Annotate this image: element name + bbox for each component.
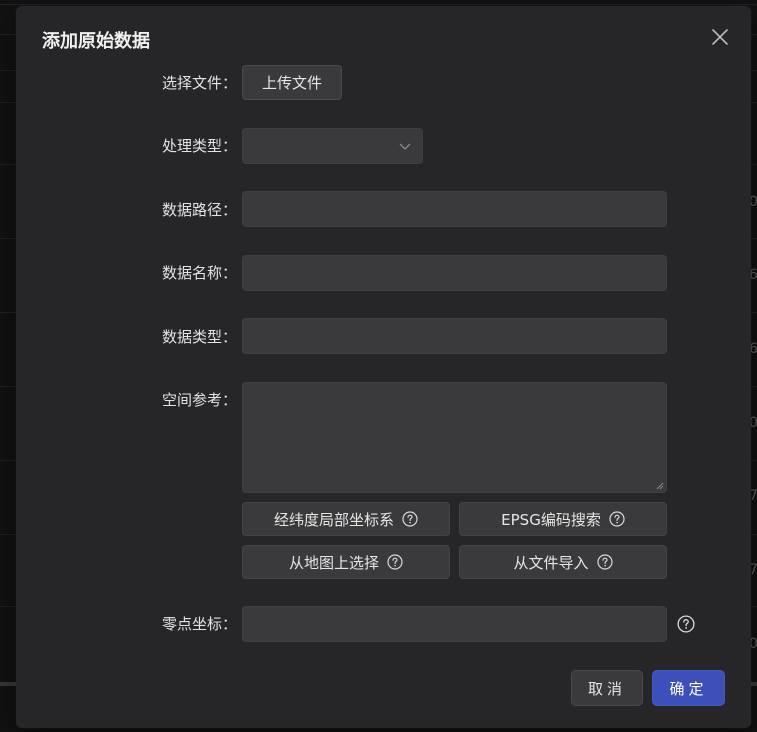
process-type-label: 处理类型： [162,137,238,155]
close-button[interactable] [709,26,731,48]
select-from-map-button[interactable]: 从地图上选择 [242,545,450,579]
origin-coords-input[interactable] [242,606,667,642]
dialog-title: 添加原始数据 [42,31,150,52]
help-icon [609,511,625,527]
help-icon [402,511,418,527]
file-label: 选择文件： [162,74,238,92]
process-type-select[interactable] [242,128,423,164]
data-type-label: 数据类型： [162,328,238,346]
import-from-file-button[interactable]: 从文件导入 [459,545,667,579]
origin-label: 零点坐标： [162,615,238,633]
help-icon [596,554,613,570]
epsg-search-label: EPSG编码搜索 [501,510,601,529]
spatial-ref-textarea[interactable] [242,382,667,493]
epsg-search-button[interactable]: EPSG编码搜索 [459,502,667,536]
cancel-button[interactable]: 取消 [571,670,643,706]
data-path-label: 数据路径： [162,201,238,219]
latlon-local-coords-button[interactable]: 经纬度局部坐标系 [242,502,450,536]
resize-grip-icon[interactable] [656,482,664,490]
add-raw-data-dialog: 添加原始数据 选择文件： 上传文件 处理类型： 数据路径： 数据名称： 数据类型… [16,6,751,728]
select-from-map-label: 从地图上选择 [288,553,379,572]
help-icon [387,554,403,570]
close-icon [712,29,728,45]
data-type-input[interactable] [242,318,667,354]
data-name-input[interactable] [242,255,667,291]
latlon-local-coords-label: 经纬度局部坐标系 [273,510,394,529]
upload-file-button[interactable]: 上传文件 [242,65,342,100]
spatial-ref-label: 空间参考： [162,391,238,409]
confirm-button[interactable]: 确定 [652,670,725,706]
import-from-file-label: 从文件导入 [513,553,589,572]
data-name-label: 数据名称： [162,264,238,282]
bg-divider [0,4,757,5]
help-icon[interactable] [677,615,695,633]
chevron-down-icon [399,143,411,150]
data-path-input[interactable] [242,191,667,227]
